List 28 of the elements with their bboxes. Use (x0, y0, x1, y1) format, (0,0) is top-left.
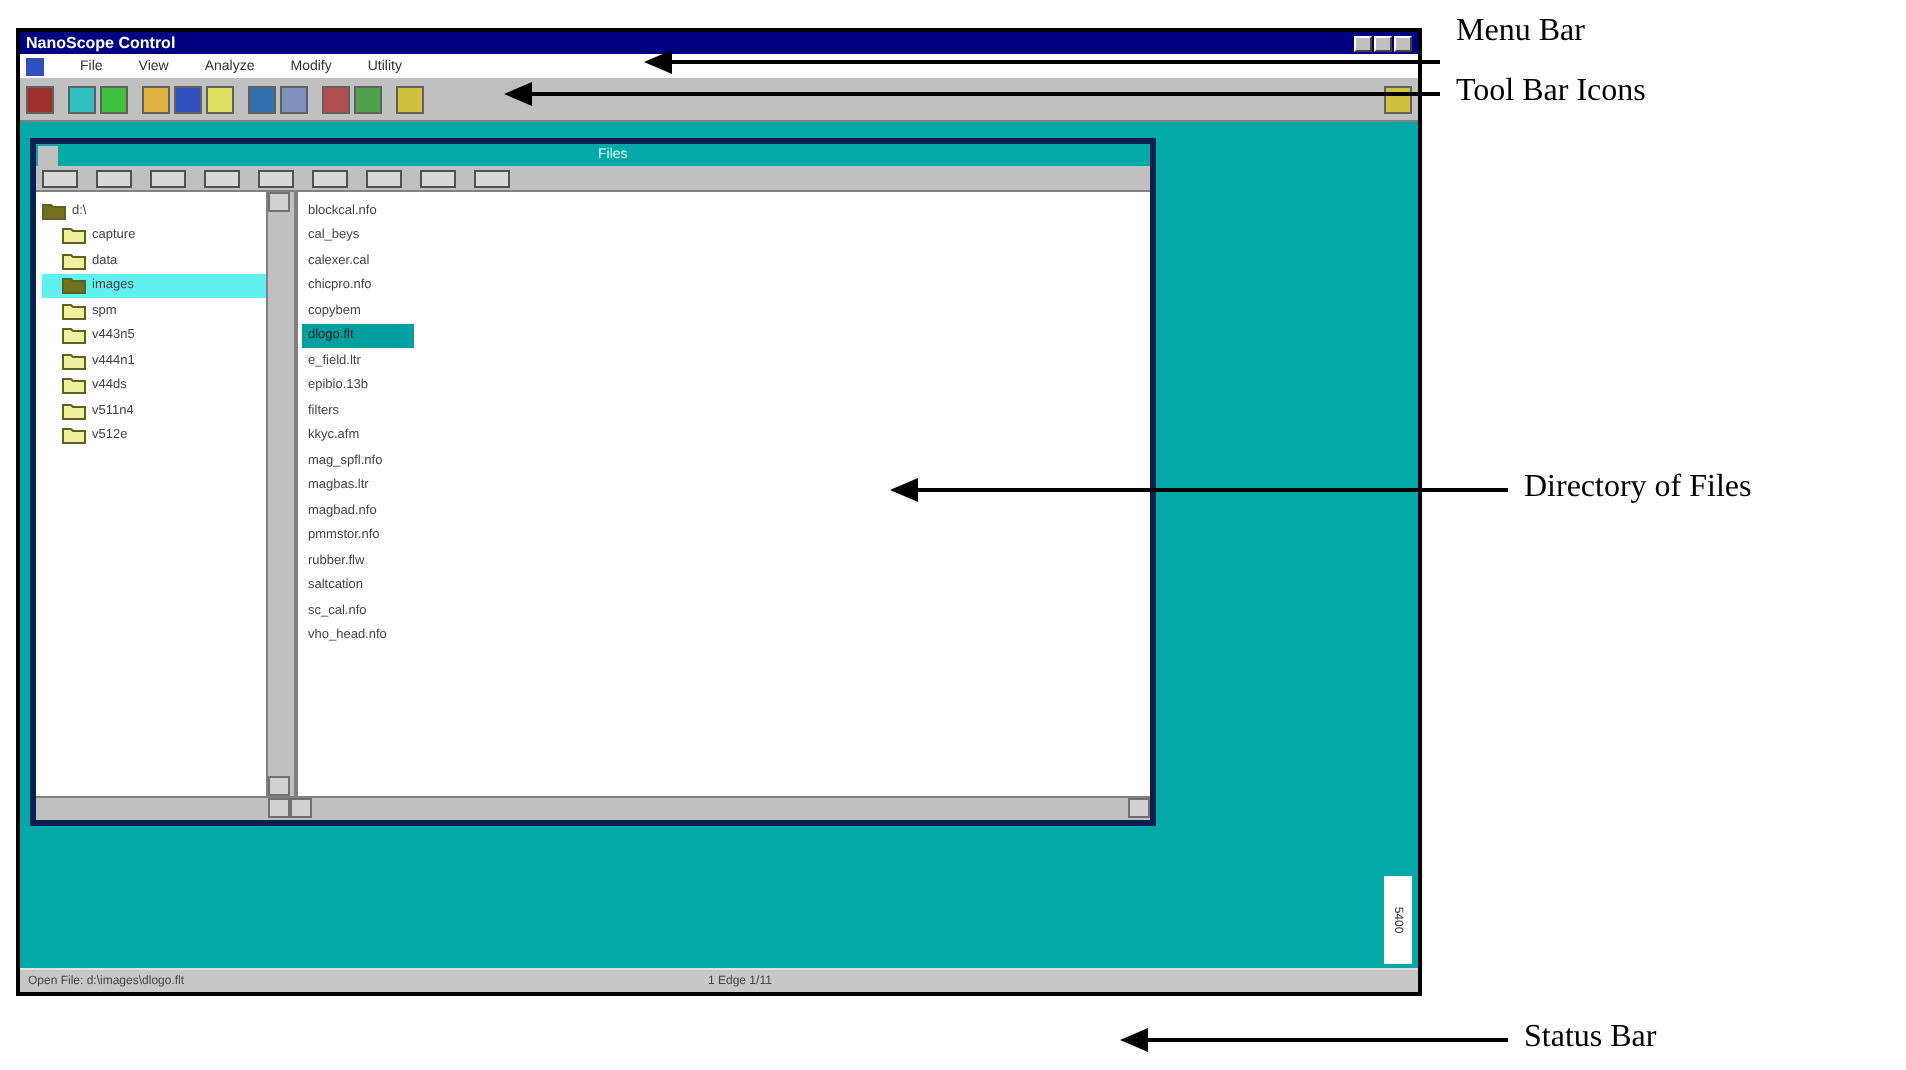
drive-button[interactable] (42, 169, 78, 187)
callout-label: Status Bar (1524, 1020, 1657, 1056)
callout-label: Directory of Files (1524, 470, 1752, 506)
minimize-button[interactable] (1354, 35, 1372, 51)
drive-button[interactable] (312, 169, 348, 187)
folder-icon (62, 401, 86, 420)
close-button[interactable] (1394, 35, 1412, 51)
maximize-button[interactable] (1374, 35, 1392, 51)
folder-icon (62, 376, 86, 395)
drive-button[interactable] (96, 169, 132, 187)
callout-label: Tool Bar Icons (1456, 74, 1646, 110)
drive-button[interactable] (258, 169, 294, 187)
folder-icon (62, 351, 86, 370)
window-title: NanoScope Control (26, 34, 176, 52)
folder-icon (62, 276, 86, 295)
folder-icon (62, 226, 86, 245)
horizontal-scrollbar[interactable] (36, 796, 1150, 820)
folder-icon (62, 426, 86, 445)
folder-icon (42, 201, 66, 220)
vertical-scrollbar[interactable] (266, 192, 298, 796)
folder-icon (62, 326, 86, 345)
drive-button[interactable] (420, 169, 456, 187)
callout-label: Menu Bar (1456, 14, 1585, 50)
drive-button[interactable] (366, 169, 402, 187)
app-icon (26, 57, 44, 75)
drive-button[interactable] (204, 169, 240, 187)
drive-button[interactable] (474, 169, 510, 187)
drive-button[interactable] (150, 169, 186, 187)
